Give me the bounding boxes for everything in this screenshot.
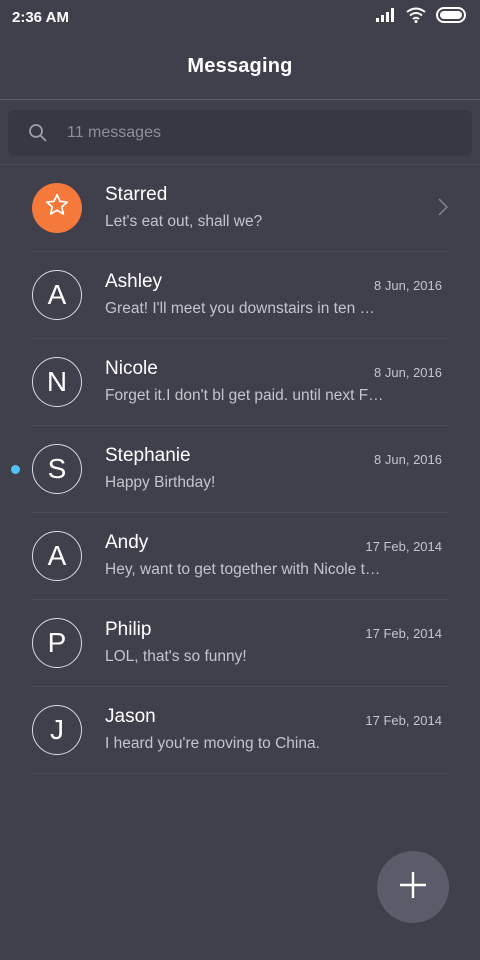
search-placeholder: 11 messages — [67, 124, 161, 141]
signal-icon — [376, 7, 396, 27]
chevron-right-icon — [438, 198, 449, 221]
unread-indicator — [11, 465, 20, 474]
wifi-icon — [406, 7, 426, 28]
conversation-name: Ashley — [105, 271, 163, 292]
conversation-starred[interactable]: Starred Let's eat out, shall we? — [0, 165, 480, 252]
page-title: Messaging — [187, 55, 293, 77]
avatar: P — [32, 618, 82, 668]
conversation-ashley[interactable]: A Ashley 8 Jun, 2016 Great! I'll meet yo… — [0, 252, 480, 339]
conversation-preview: Let's eat out, shall we? — [105, 213, 263, 230]
conversation-preview: LOL, that's so funny! — [105, 648, 247, 665]
conversation-name: Philip — [105, 619, 152, 640]
conversation-date: 8 Jun, 2016 — [374, 452, 442, 467]
conversation-preview: Great! I'll meet you downstairs in ten m… — [105, 300, 385, 317]
conversation-preview: Hey, want to get together with Nicole to… — [105, 561, 385, 578]
conversation-jason[interactable]: J Jason 17 Feb, 2014 I heard you're movi… — [0, 687, 480, 774]
search-bar[interactable]: 11 messages — [8, 110, 472, 156]
status-icons — [376, 6, 468, 28]
conversation-nicole[interactable]: N Nicole 8 Jun, 2016 Forget it.I don't b… — [0, 339, 480, 426]
avatar: S — [32, 444, 82, 494]
app-header: Messaging — [0, 34, 480, 100]
battery-icon — [436, 6, 468, 28]
new-message-button[interactable] — [377, 851, 449, 923]
conversation-date: 17 Feb, 2014 — [365, 539, 442, 554]
conversation-preview: Happy Birthday! — [105, 474, 216, 491]
conversation-philip[interactable]: P Philip 17 Feb, 2014 LOL, that's so fun… — [0, 600, 480, 687]
status-time: 2:36 AM — [12, 8, 69, 26]
conversation-name: Nicole — [105, 358, 158, 379]
conversation-date: 8 Jun, 2016 — [374, 365, 442, 380]
conversation-name: Andy — [105, 532, 149, 553]
conversation-name: Starred — [105, 184, 168, 205]
conversation-name: Stephanie — [105, 445, 191, 466]
conversation-preview: Forget it.I don't bl get paid. until nex… — [105, 387, 385, 404]
conversation-andy[interactable]: A Andy 17 Feb, 2014 Hey, want to get tog… — [0, 513, 480, 600]
avatar: N — [32, 357, 82, 407]
conversation-date: 8 Jun, 2016 — [374, 278, 442, 293]
conversation-stephanie[interactable]: S Stephanie 8 Jun, 2016 Happy Birthday! — [0, 426, 480, 513]
conversation-name: Jason — [105, 706, 156, 727]
divider — [32, 773, 448, 774]
avatar: A — [32, 531, 82, 581]
conversation-preview: I heard you're moving to China. — [105, 735, 320, 752]
search-icon — [28, 123, 48, 148]
conversation-date: 17 Feb, 2014 — [365, 626, 442, 641]
star-icon — [44, 192, 70, 225]
plus-icon — [398, 870, 428, 905]
conversation-date: 17 Feb, 2014 — [365, 713, 442, 728]
avatar: A — [32, 270, 82, 320]
conversation-list: Starred Let's eat out, shall we? A Ashle… — [0, 165, 480, 774]
avatar: J — [32, 705, 82, 755]
starred-avatar — [32, 183, 82, 233]
status-bar: 2:36 AM — [0, 0, 480, 34]
